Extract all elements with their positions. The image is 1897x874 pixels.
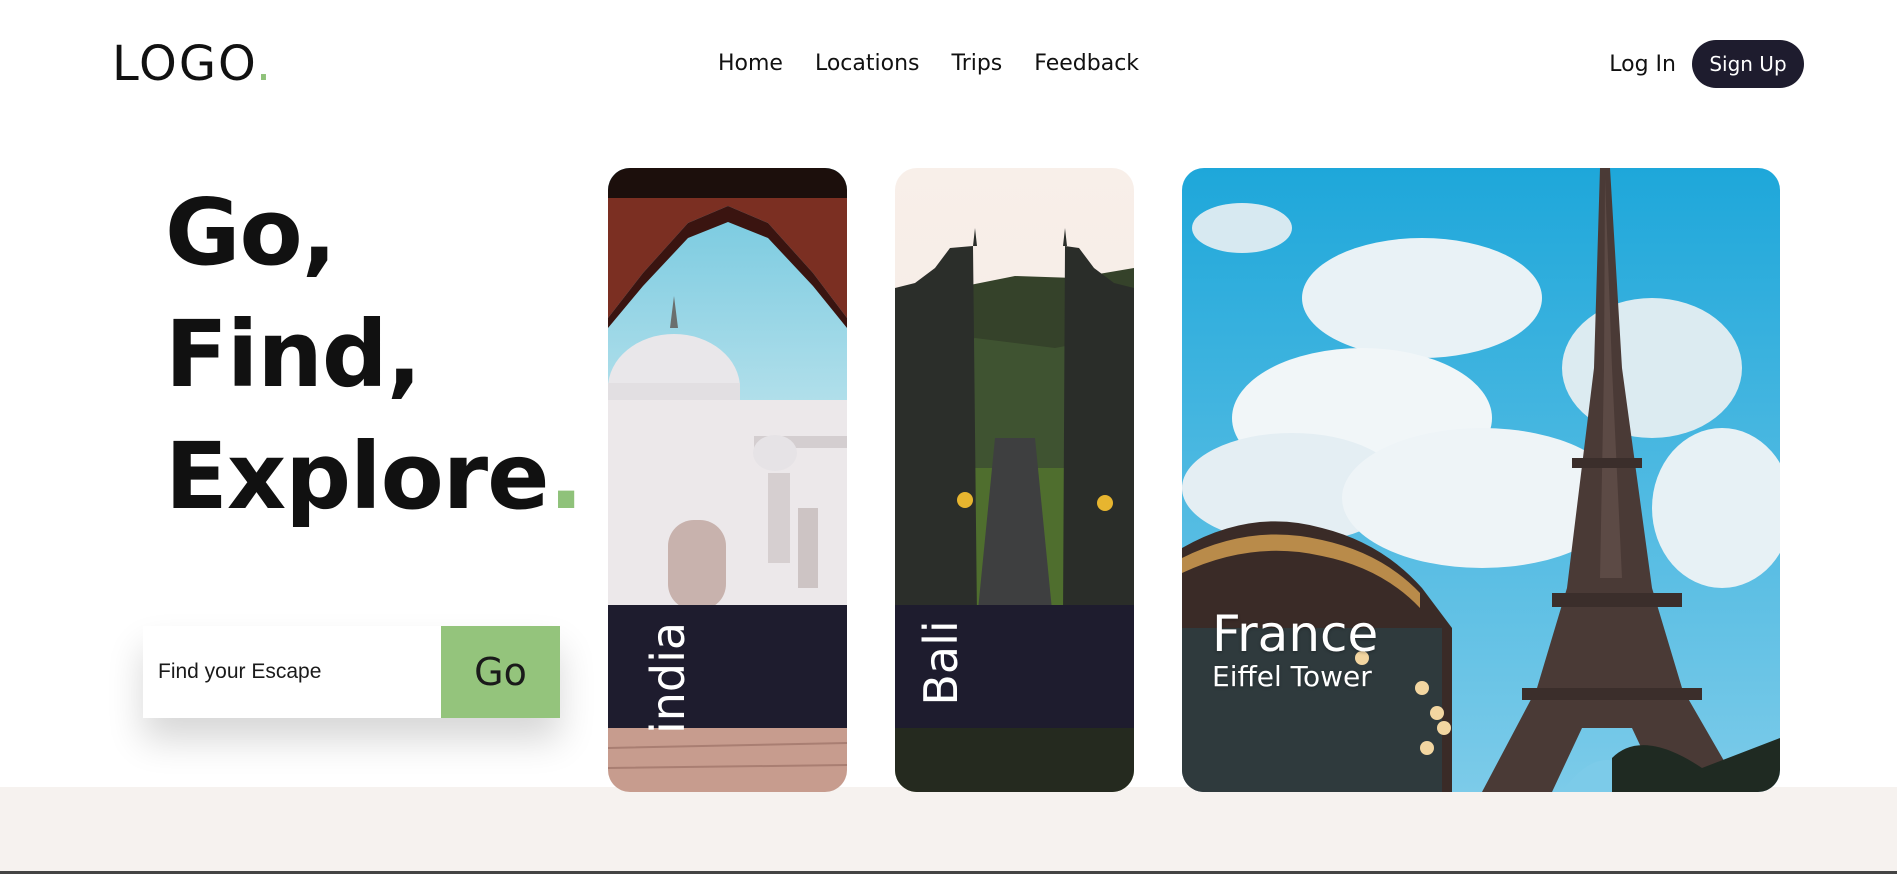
- search-box: Go: [143, 626, 560, 718]
- logo[interactable]: LOGO.: [112, 36, 273, 92]
- hero-title: Go, Find, Explore.: [165, 172, 584, 538]
- india-label: india: [641, 621, 695, 735]
- bali-label: Bali: [914, 620, 968, 706]
- search-go-button[interactable]: Go: [441, 626, 560, 718]
- hero-line-go: Go,: [165, 179, 337, 286]
- eiffel-tower-photo: [1182, 168, 1780, 792]
- signup-button[interactable]: Sign Up: [1692, 40, 1804, 88]
- france-subtitle: Eiffel Tower: [1212, 660, 1372, 693]
- hero-line-explore: Explore: [165, 423, 550, 530]
- bottom-band: [0, 787, 1897, 874]
- nav-locations[interactable]: Locations: [815, 48, 920, 80]
- logo-dot: .: [255, 36, 274, 92]
- nav-home[interactable]: Home: [718, 48, 783, 80]
- france-title: France: [1212, 605, 1379, 663]
- destination-card-india[interactable]: india: [608, 168, 847, 792]
- logo-text: LOGO: [112, 36, 256, 92]
- hero-line-find: Find,: [165, 301, 422, 408]
- destination-card-france[interactable]: France Eiffel Tower: [1182, 168, 1780, 792]
- nav-trips[interactable]: Trips: [951, 48, 1002, 80]
- hero-accent-dot: .: [548, 423, 584, 530]
- login-link[interactable]: Log In: [1609, 52, 1676, 77]
- nav-feedback[interactable]: Feedback: [1034, 48, 1139, 80]
- destination-card-bali[interactable]: Bali: [895, 168, 1134, 792]
- main-nav: Home Locations Trips Feedback: [718, 48, 1139, 80]
- search-input[interactable]: [143, 626, 441, 718]
- auth-actions: Log In Sign Up: [1609, 40, 1804, 88]
